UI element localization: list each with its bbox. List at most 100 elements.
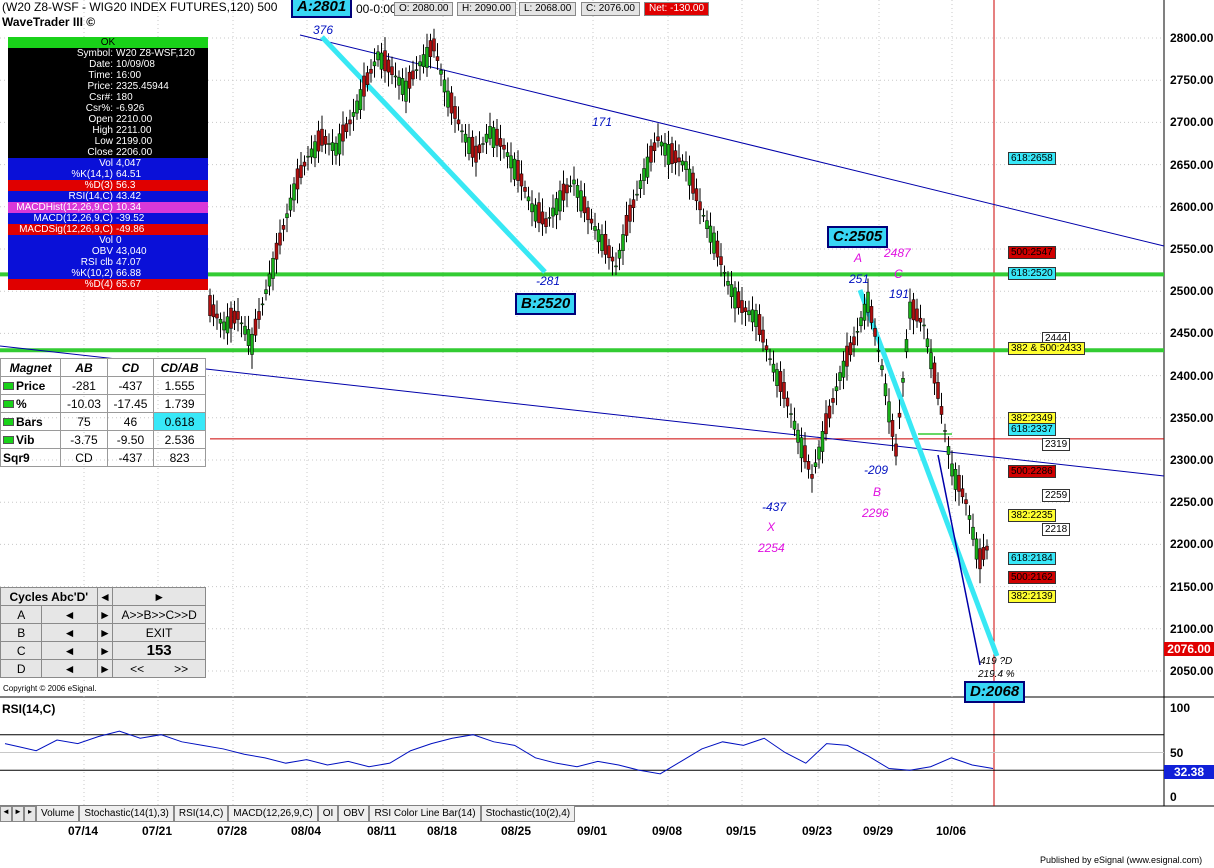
- toggle-indicator-icon[interactable]: [3, 399, 14, 408]
- info-row: OBV 43,040: [8, 246, 208, 257]
- candle-body: [838, 372, 842, 381]
- magnet-row-label[interactable]: Bars: [0, 412, 62, 431]
- c-stamp: C:2505: [827, 226, 889, 248]
- tab-scroll-right[interactable]: ►: [12, 806, 24, 822]
- exit-button[interactable]: EXIT: [112, 623, 206, 642]
- candle-body: [327, 143, 331, 145]
- info-value: 10/09/08: [116, 59, 155, 70]
- info-label: %K(14,1): [71, 169, 113, 180]
- info-row: RSI(14,C) 43.42: [8, 191, 208, 202]
- fib-level-label: 2259: [1042, 489, 1071, 502]
- candle-body: [495, 128, 499, 146]
- cycle-row-a[interactable]: A: [0, 605, 43, 624]
- candle-body: [775, 369, 779, 386]
- toggle-indicator-icon[interactable]: [3, 381, 14, 390]
- fib-level-label: 2218: [1042, 523, 1071, 536]
- candle-body: [470, 136, 475, 158]
- cycle-row-b[interactable]: B: [0, 623, 43, 642]
- candle-body: [572, 179, 576, 185]
- indicator-tab[interactable]: RSI Color Line Bar(14): [369, 806, 481, 822]
- toggle-indicator-icon[interactable]: [3, 417, 14, 426]
- toggle-indicator-icon[interactable]: [3, 435, 14, 444]
- candle-body: [355, 100, 359, 114]
- candle-body: [334, 142, 338, 156]
- tab-scroll-left[interactable]: ◄: [0, 806, 12, 822]
- info-value: -39.52: [116, 213, 145, 224]
- info-value: 2211.00: [116, 125, 152, 136]
- candle-body: [743, 307, 748, 312]
- cycle-b-right-button[interactable]: ►: [96, 623, 114, 642]
- cycle-a-left-button[interactable]: ◄: [41, 605, 98, 624]
- candle-body: [348, 119, 352, 125]
- candle-body: [288, 197, 293, 211]
- label-191: 191: [889, 287, 910, 301]
- cycle-d-left-button[interactable]: ◄: [41, 659, 98, 678]
- seq-button[interactable]: A>>B>>C>>D: [112, 605, 206, 624]
- magnet-row-label[interactable]: Sqr9: [0, 448, 62, 467]
- indicator-tab[interactable]: Stochastic(10(2),4): [480, 806, 576, 822]
- cycle-d-right-button[interactable]: ►: [96, 659, 114, 678]
- candle-body: [845, 345, 849, 367]
- candle-body: [939, 406, 944, 415]
- cycle-c-left-button[interactable]: ◄: [41, 641, 98, 660]
- candle-body: [985, 545, 989, 551]
- candle-body: [652, 142, 657, 152]
- candle-body: [453, 106, 457, 119]
- info-label: MACDHist(12,26,9,C): [16, 202, 113, 213]
- info-value: 2325.45944: [116, 81, 169, 92]
- low-value: L: 2068.00: [519, 2, 577, 16]
- cycle-row-c[interactable]: C: [0, 641, 43, 660]
- magnet-row-label[interactable]: Vib: [0, 430, 62, 449]
- magnet-ab-value: -10.03: [60, 394, 108, 413]
- nav-right-button[interactable]: >>: [159, 662, 203, 676]
- fib-level-label: 2319: [1042, 438, 1071, 451]
- candle-body: [827, 405, 832, 419]
- magnet-row-label[interactable]: %: [0, 394, 62, 413]
- candle-body: [642, 168, 646, 181]
- candle-body: [817, 446, 821, 460]
- info-label: %D(3): [84, 180, 113, 191]
- info-value: 64.51: [116, 169, 142, 180]
- copyright: Copyright © 2006 eSignal.: [3, 684, 97, 693]
- info-value: 65.67: [116, 279, 142, 290]
- info-row: %D(4) 65.67: [8, 279, 208, 290]
- indicator-tab[interactable]: Stochastic(14(1),3): [79, 806, 174, 822]
- indicator-tab[interactable]: MACD(12,26,9,C): [228, 806, 318, 822]
- nav-left-button[interactable]: <<: [115, 662, 159, 676]
- close-value: C: 2076.00: [581, 2, 640, 16]
- candle-body: [337, 133, 342, 155]
- cycles-next-button[interactable]: ►: [112, 587, 206, 606]
- candle-body: [603, 233, 608, 255]
- candle-body: [393, 75, 398, 78]
- candle-body: [271, 258, 275, 279]
- info-row: Csr%: -6.926: [8, 103, 208, 114]
- info-row: MACDSig(12,26,9,C) -49.86: [8, 224, 208, 235]
- magnet-row-label[interactable]: Price: [0, 376, 62, 395]
- date-axis-label: 09/01: [577, 824, 608, 838]
- label-c: C: [894, 267, 903, 281]
- fib-level-label: 500:2547: [1008, 246, 1056, 259]
- cycle-row-d[interactable]: D: [0, 659, 43, 678]
- candle-body: [439, 69, 443, 75]
- cycles-prev-button[interactable]: ◄: [96, 587, 114, 606]
- info-value: 56.3: [116, 180, 136, 191]
- indicator-tab[interactable]: Volume: [36, 806, 80, 822]
- info-value: 0: [116, 235, 122, 246]
- candle-body: [376, 51, 380, 61]
- cycle-c-right-button[interactable]: ►: [96, 641, 114, 660]
- indicator-tab[interactable]: OBV: [338, 806, 370, 822]
- cycle-a-right-button[interactable]: ►: [96, 605, 114, 624]
- info-value: 43,040: [116, 246, 147, 257]
- cycle-b-left-button[interactable]: ◄: [41, 623, 98, 642]
- candle-body: [264, 289, 268, 294]
- tab-scroll-end[interactable]: ▸: [24, 806, 36, 822]
- indicator-tab[interactable]: OI: [317, 806, 339, 822]
- info-label: Price:: [87, 81, 113, 92]
- candle-body: [722, 271, 727, 274]
- fib-level-label: 618:2184: [1008, 552, 1056, 565]
- candle-body: [225, 316, 230, 334]
- time-fragment: 00-0:00: [356, 2, 397, 16]
- candle-body: [568, 185, 573, 187]
- info-row: Low 2199.00: [8, 136, 208, 147]
- indicator-tab[interactable]: RSI(14,C): [173, 806, 229, 822]
